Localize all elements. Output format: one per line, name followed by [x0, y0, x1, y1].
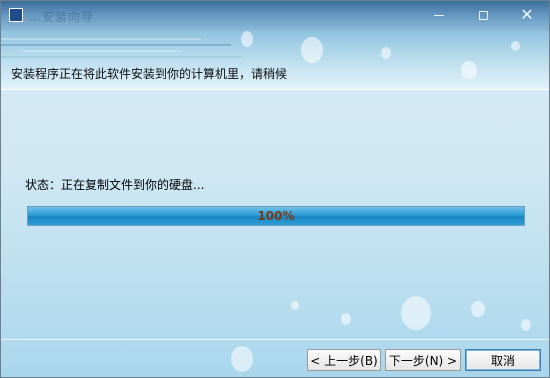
progress-text: 100%: [257, 209, 295, 223]
maximize-button[interactable]: [461, 1, 505, 29]
close-icon: ✕: [520, 5, 534, 24]
back-button-label: < 上一步(B): [310, 353, 378, 368]
next-button[interactable]: 下一步(N) >: [385, 349, 461, 371]
next-button-label: 下一步(N) >: [388, 353, 458, 368]
cancel-button-label: 取消: [490, 353, 515, 368]
maximize-icon: [478, 10, 488, 20]
footer-separator: [1, 339, 549, 340]
close-button[interactable]: ✕: [505, 1, 549, 29]
back-button[interactable]: < 上一步(B): [307, 349, 381, 371]
installer-window: …安装向导 ✕ 安装程序正在将此软件安装到你的计算机里，请稍候 状态：正在复制文…: [0, 0, 550, 378]
progress-bar: 100%: [27, 206, 525, 226]
header-text: 安装程序正在将此软件安装到你的计算机里，请稍候: [11, 67, 288, 81]
app-icon: [9, 8, 23, 22]
cancel-button[interactable]: 取消: [465, 349, 541, 371]
title-bar: …安装向导 ✕: [1, 1, 549, 31]
window-title: …安装向导: [29, 10, 95, 24]
status-label: 状态：正在复制文件到你的硬盘...: [25, 178, 205, 192]
header-banner: 安装程序正在将此软件安装到你的计算机里，请稍候: [1, 31, 549, 89]
minimize-icon: [434, 14, 444, 16]
minimize-button[interactable]: [417, 1, 461, 29]
header-separator: [1, 89, 549, 90]
